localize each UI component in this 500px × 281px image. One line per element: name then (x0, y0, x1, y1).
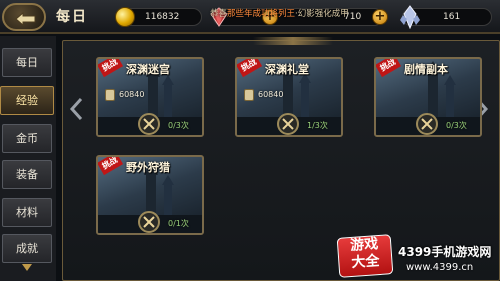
dungeon-card[interactable]: 挑战 野外狩猎 0/1次 (96, 155, 204, 235)
scroll-down-icon[interactable] (22, 264, 32, 271)
battle-button[interactable] (138, 211, 160, 233)
sidebar-tab-materials[interactable]: 材料 (2, 198, 52, 227)
gold-counter: 116832 (115, 7, 202, 27)
dungeon-card[interactable]: 挑战 深渊礼堂 60840 1/3次 (235, 57, 343, 137)
battle-button[interactable] (277, 113, 299, 135)
category-sidebar: 每日 经验 金币 装备 材料 成就 (0, 36, 56, 281)
reward-amount: 60840 (119, 90, 145, 99)
crossed-swords-icon (421, 118, 433, 130)
marquee-prefix: 恭喜 (210, 9, 228, 19)
sidebar-tab-daily[interactable]: 每日 (2, 48, 52, 77)
crystal-counter: 161 (400, 5, 492, 29)
gold-coin-icon (115, 7, 135, 27)
exp-scroll-icon (244, 89, 254, 101)
sidebar-tab-achievements[interactable]: 成就 (2, 234, 52, 263)
crystal-value: 161 (443, 12, 461, 22)
sidebar-tab-equipment[interactable]: 装备 (2, 160, 52, 189)
dungeon-card[interactable]: 挑战 剧情副本 0/3次 (374, 57, 482, 137)
sidebar-tab-experience[interactable]: 经验 (0, 86, 54, 115)
watermark-site-url: www.4399.cn (406, 262, 474, 273)
crystal-icon (400, 5, 420, 29)
card-title: 剧情副本 (404, 63, 448, 76)
attempts-count: 1/3次 (307, 121, 328, 130)
back-button[interactable] (2, 3, 46, 31)
exp-scroll-icon (105, 89, 115, 101)
crossed-swords-icon (143, 216, 155, 228)
marquee-player-name: 那些年成功将列王 (227, 9, 296, 19)
crossed-swords-icon (143, 118, 155, 130)
back-arrow-icon (15, 11, 36, 27)
top-bar: 每日 116832 710 + + 161 恭喜那些年成功将列王·幻影强化成甲 (0, 0, 500, 34)
attempts-count: 0/3次 (168, 121, 189, 130)
sidebar-tab-gold[interactable]: 金币 (2, 124, 52, 153)
panel-ornament (253, 37, 333, 45)
reward-amount: 60840 (258, 90, 284, 99)
crossed-swords-icon (282, 118, 294, 130)
card-title: 深渊迷宫 (126, 63, 170, 76)
attempts-count: 0/1次 (168, 219, 189, 228)
card-title: 野外狩猎 (126, 161, 170, 174)
battle-button[interactable] (416, 113, 438, 135)
watermark-logo-bottom: 大全 (350, 253, 380, 271)
previous-page-arrow-icon[interactable] (68, 96, 86, 122)
add-gem-button[interactable]: + (372, 9, 388, 25)
page-title: 每日 (56, 9, 88, 25)
attempts-count: 0/3次 (446, 121, 467, 130)
battle-button[interactable] (138, 113, 160, 135)
dungeon-card[interactable]: 挑战 深渊迷宫 60840 0/3次 (96, 57, 204, 137)
card-title: 深渊礼堂 (265, 63, 309, 76)
watermark-site-name: 4399手机游戏网 (398, 245, 492, 259)
announcement-marquee: 恭喜那些年成功将列王·幻影强化成甲 (210, 7, 349, 19)
gold-value: 116832 (145, 12, 180, 22)
watermark-logo: 游戏 大全 (336, 234, 394, 278)
marquee-suffix: ·幻影强化成甲 (295, 9, 349, 19)
